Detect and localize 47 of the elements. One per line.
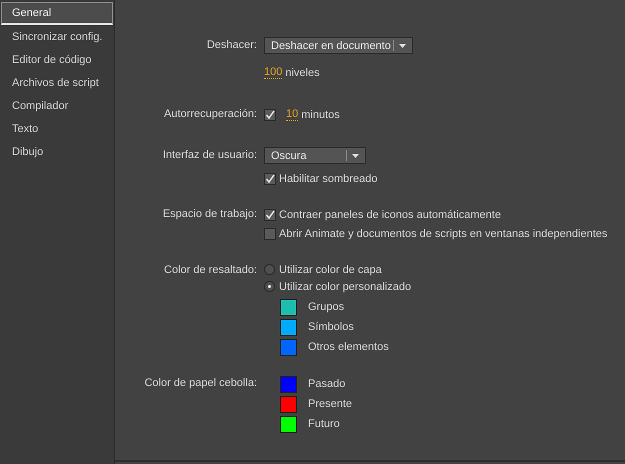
radio-label: Utilizar color personalizado: [279, 280, 412, 292]
color-swatch[interactable]: [280, 318, 297, 336]
number-field[interactable]: 10: [286, 108, 298, 121]
sidebar-item[interactable]: General: [1, 2, 113, 25]
radio-button[interactable]: [264, 264, 275, 275]
checkbox[interactable]: [264, 208, 276, 220]
checkbox[interactable]: [264, 172, 276, 184]
color-swatch[interactable]: [280, 396, 297, 412]
number-field[interactable]: 100: [264, 66, 282, 79]
setting-label: Autorrecuperación:: [164, 108, 257, 120]
sidebar-item[interactable]: Editor de código: [1, 49, 113, 71]
setting-label: Interfaz de usuario:: [162, 149, 257, 161]
setting-label: Espacio de trabajo:: [162, 208, 257, 220]
swatch-label: Presente: [308, 398, 352, 410]
check-icon: [265, 110, 275, 120]
setting-label: Deshacer:: [206, 39, 257, 51]
color-swatch[interactable]: [280, 416, 297, 432]
unit-text: niveles: [285, 66, 320, 78]
dropdown[interactable]: Oscura: [264, 147, 366, 164]
sidebar-item[interactable]: Archivos de script: [1, 72, 113, 94]
checkbox-label: Habilitar sombreado: [279, 172, 378, 184]
checkbox[interactable]: [264, 228, 276, 240]
caret-icon: [399, 44, 406, 48]
swatch-label: Grupos: [308, 301, 344, 313]
swatch-label: Símbolos: [308, 321, 354, 333]
setting-label: Color de resaltado:: [164, 264, 257, 276]
color-swatch[interactable]: [280, 298, 297, 316]
sidebar-item[interactable]: Texto: [1, 118, 113, 140]
check-icon: [265, 210, 275, 220]
unit-text: minutos: [301, 108, 340, 120]
color-swatch[interactable]: [280, 338, 297, 356]
sidebar-item[interactable]: Sincronizar config.: [1, 26, 113, 48]
radio-button[interactable]: [264, 281, 275, 292]
sidebar-item[interactable]: Dibujo: [1, 141, 113, 163]
dropdown[interactable]: Deshacer en documento: [264, 37, 413, 54]
color-swatch[interactable]: [280, 376, 297, 392]
setting-label: Color de papel cebolla:: [144, 377, 257, 389]
swatch-label: Otros elementos: [308, 341, 389, 353]
caret-icon: [352, 154, 359, 158]
sidebar-item[interactable]: Compilador: [1, 95, 113, 117]
checkbox[interactable]: [264, 108, 276, 120]
swatch-label: Futuro: [308, 418, 340, 430]
radio-label: Utilizar color de capa: [279, 264, 382, 276]
swatch-label: Pasado: [308, 378, 346, 390]
checkbox-label: Abrir Animate y documentos de scripts en ventanas independientes: [279, 228, 608, 240]
checkbox-label: Contraer paneles de iconos automáticamente: [279, 208, 501, 220]
check-icon: [265, 174, 275, 184]
